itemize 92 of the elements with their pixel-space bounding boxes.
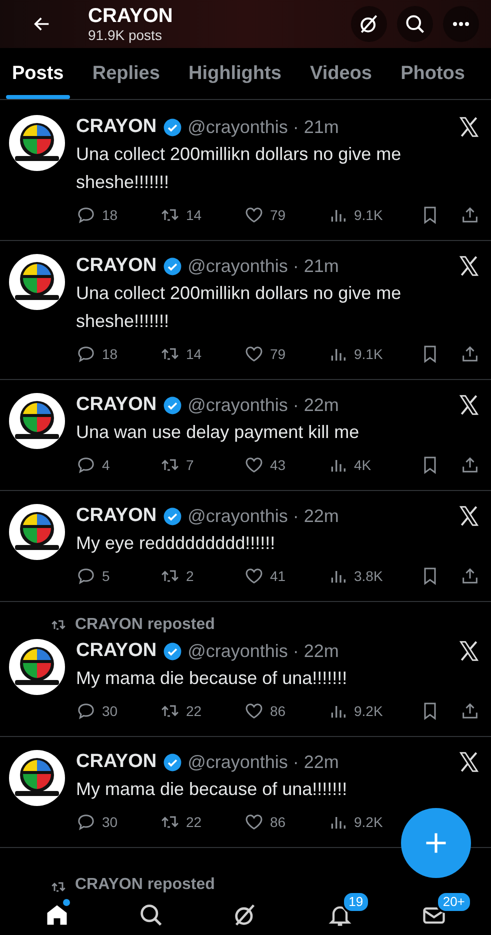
x-logo-icon: [458, 116, 480, 138]
repost-count: 22: [186, 814, 202, 830]
more-icon[interactable]: [452, 21, 470, 27]
verified-badge-icon: [162, 256, 182, 276]
avatar-logo-drawing[interactable]: [8, 638, 66, 696]
share-icon[interactable]: [460, 455, 480, 475]
post-count: 91.9K posts: [88, 27, 163, 43]
views-count: 9.1K: [354, 346, 383, 362]
avatar-logo-drawing[interactable]: [8, 114, 66, 172]
author-name[interactable]: CRAYON: [76, 751, 157, 773]
post-text: My eye reddddddddd!!!!!!: [76, 532, 276, 555]
post-text: Una collect 200millikn dollars no give me sheshe!!!!!!!: [76, 282, 402, 333]
post-text: Una collect 200millikn dollars no give me sheshe!!!!!!!: [76, 143, 402, 194]
repost-label: CRAYON reposted: [75, 875, 215, 895]
count-badge: 20+: [436, 891, 472, 913]
slashed-circle-icon[interactable]: [358, 13, 380, 35]
x-logo-icon: [458, 505, 480, 527]
like-count: 86: [270, 814, 286, 830]
search-icon[interactable]: [404, 13, 426, 35]
like-count: 43: [270, 457, 286, 473]
heart-icon[interactable]: [244, 701, 264, 721]
tab[interactable]: Videos: [304, 48, 378, 99]
heart-icon[interactable]: [244, 205, 264, 225]
post-text: Una wan use delay payment kill me: [76, 421, 360, 444]
handle-and-time: @crayonthis · 22m: [188, 506, 340, 526]
like-count: 41: [270, 568, 286, 584]
x-logo-icon: [458, 255, 480, 277]
handle-and-time: @crayonthis · 22m: [188, 394, 340, 416]
author-name[interactable]: CRAYON: [76, 116, 157, 138]
tab[interactable]: Highlights: [182, 48, 288, 99]
x-logo-icon: [458, 394, 480, 416]
repost-count: 7: [186, 457, 194, 473]
post-text: My mama die because of una!!!!!!!: [76, 667, 348, 690]
like-count: 86: [270, 703, 286, 719]
repost-label: CRAYON reposted: [75, 616, 215, 634]
verified-badge-icon: [162, 396, 182, 414]
like-count: 79: [270, 207, 286, 223]
views-count: 9.2K: [354, 814, 383, 830]
reply-icon[interactable]: [76, 812, 96, 832]
repost-count: 14: [186, 346, 202, 362]
profile-name: CRAYON: [88, 5, 174, 27]
avatar-logo-drawing[interactable]: [8, 392, 66, 450]
repost-count: 22: [186, 703, 202, 719]
author-name[interactable]: CRAYON: [76, 394, 157, 416]
reply-count: 18: [102, 346, 118, 362]
handle-and-time: @crayonthis · 21m: [188, 256, 340, 276]
reply-count: 4: [102, 457, 110, 473]
share-icon[interactable]: [460, 344, 480, 364]
x-logo-icon: [458, 751, 480, 773]
views-count: 9.2K: [354, 703, 383, 719]
avatar-logo-drawing[interactable]: [8, 749, 66, 807]
author-name[interactable]: CRAYON: [76, 255, 157, 277]
views-count: 4K: [354, 457, 372, 473]
avatar-logo-drawing[interactable]: [8, 503, 66, 561]
tab[interactable]: Photos: [394, 48, 471, 99]
views-count: 9.1K: [354, 207, 383, 223]
handle-and-time: @crayonthis · 22m: [188, 640, 340, 662]
reply-count: 18: [102, 207, 118, 223]
avatar-logo-drawing[interactable]: [8, 253, 66, 311]
verified-badge-icon: [162, 642, 182, 660]
author-name[interactable]: CRAYON: [76, 505, 157, 527]
reply-icon[interactable]: [76, 205, 96, 225]
search-icon[interactable]: [138, 902, 164, 928]
heart-icon[interactable]: [244, 812, 264, 832]
reply-icon[interactable]: [76, 455, 96, 475]
tab[interactable]: Replies: [86, 48, 166, 99]
heart-icon[interactable]: [244, 566, 264, 586]
reply-icon[interactable]: [76, 344, 96, 364]
count-badge: 19: [342, 891, 370, 913]
handle-and-time: @crayonthis · 22m: [188, 752, 340, 772]
reply-icon[interactable]: [76, 701, 96, 721]
share-icon[interactable]: [460, 701, 480, 721]
heart-icon[interactable]: [244, 455, 264, 475]
tab[interactable]: Posts: [6, 48, 70, 99]
views-count: 3.8K: [354, 568, 383, 584]
share-icon[interactable]: [460, 566, 480, 586]
heart-icon[interactable]: [244, 344, 264, 364]
like-count: 79: [270, 346, 286, 362]
author-name[interactable]: CRAYON: [76, 640, 157, 662]
share-icon[interactable]: [460, 205, 480, 225]
reply-count: 30: [102, 703, 118, 719]
verified-badge-icon: [162, 118, 182, 136]
repost-count: 14: [186, 207, 202, 223]
post-text: My mama die because of una!!!!!!!: [76, 778, 348, 801]
reply-icon[interactable]: [76, 566, 96, 586]
handle-and-time: @crayonthis · 21m: [188, 116, 340, 138]
reply-count: 5: [102, 568, 110, 584]
verified-badge-icon: [162, 506, 182, 526]
x-logo-icon: [458, 640, 480, 662]
reply-count: 30: [102, 814, 118, 830]
verified-badge-icon: [162, 752, 182, 772]
repost-count: 2: [186, 568, 194, 584]
